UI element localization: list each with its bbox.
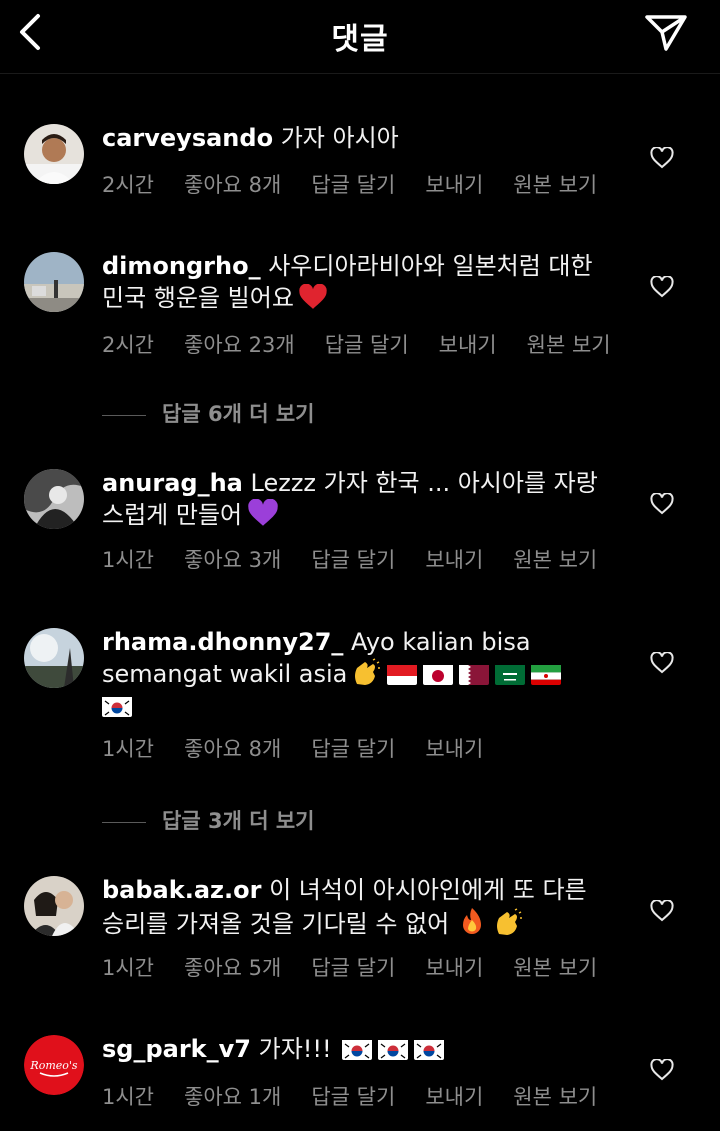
reply-button[interactable]: 답글 달기	[311, 1085, 395, 1109]
timestamp: 1시간	[102, 548, 155, 572]
flag-south-korea	[102, 695, 132, 717]
clapping-hands-emoji	[497, 908, 523, 935]
flag-south-korea	[378, 1038, 408, 1060]
clapping-hands-emoji	[355, 658, 381, 685]
timestamp: 2시간	[102, 173, 155, 197]
heart-icon[interactable]	[650, 147, 674, 169]
send-button[interactable]: 보내기	[439, 333, 497, 357]
comment-meta: 1시간 좋아요 1개 답글 달기 보내기 원본 보기	[102, 1081, 627, 1111]
username[interactable]: babak.az.or	[102, 876, 261, 904]
send-button[interactable]: 보내기	[425, 1085, 483, 1109]
reply-button[interactable]: 답글 달기	[311, 737, 395, 761]
send-button[interactable]: 보내기	[425, 737, 483, 761]
view-more-replies[interactable]: 답글 6개 더 보기	[102, 398, 314, 428]
see-original-button[interactable]: 원본 보기	[513, 548, 597, 572]
username[interactable]: rhama.dhonny27_	[102, 628, 343, 656]
comment-text: 사우디아라비아와 일본처럼 대한	[268, 252, 593, 280]
see-original-button[interactable]: 원본 보기	[513, 1085, 597, 1109]
comment-text: Lezzz 가자 한국 ... 아시아를 자랑	[250, 469, 598, 497]
flag-japan	[423, 663, 454, 685]
comment-text: Ayo kalian bisa	[351, 628, 531, 656]
timestamp: 1시간	[102, 956, 155, 980]
top-bar: 댓글	[0, 0, 720, 74]
comment-meta: 1시간 좋아요 8개 답글 달기 보내기	[102, 733, 513, 763]
comment-meta: 2시간 좋아요 23개 답글 달기 보내기 원본 보기	[102, 329, 641, 359]
likes-count[interactable]: 좋아요 8개	[184, 173, 281, 197]
divider	[102, 821, 146, 823]
reply-button[interactable]: 답글 달기	[311, 956, 395, 980]
heart-icon[interactable]	[650, 1059, 674, 1081]
view-more-label[interactable]: 답글 3개 더 보기	[162, 809, 314, 833]
timestamp: 1시간	[102, 737, 155, 761]
avatar[interactable]	[24, 124, 84, 184]
send-button[interactable]: 보내기	[425, 173, 483, 197]
comment-meta: 2시간 좋아요 8개 답글 달기 보내기 원본 보기	[102, 169, 627, 199]
avatar[interactable]: Romeo's	[24, 1035, 84, 1095]
heart-icon[interactable]	[650, 900, 674, 922]
username[interactable]: anurag_ha	[102, 469, 243, 497]
fire-emoji	[463, 908, 482, 934]
heart-icon[interactable]	[650, 276, 674, 298]
avatar[interactable]	[24, 876, 84, 936]
reply-button[interactable]: 답글 달기	[325, 333, 409, 357]
flag-south-korea	[342, 1038, 372, 1060]
likes-count[interactable]: 좋아요 3개	[184, 548, 281, 572]
reply-button[interactable]: 답글 달기	[311, 548, 395, 572]
avatar[interactable]	[24, 252, 84, 312]
send-icon[interactable]	[644, 12, 688, 52]
see-original-button[interactable]: 원본 보기	[527, 333, 611, 357]
comment-text: 이 녀석이 아시아인에게 또 다른	[269, 876, 587, 904]
comment-text: 가자!!!	[258, 1035, 332, 1063]
heart-icon[interactable]	[650, 493, 674, 515]
comment-text-line2: semangat wakil asia	[102, 660, 348, 688]
username[interactable]: dimongrho_	[102, 252, 261, 280]
heart-icon[interactable]	[650, 652, 674, 674]
purple-heart-emoji	[248, 499, 278, 526]
avatar[interactable]	[24, 628, 84, 688]
reply-button[interactable]: 답글 달기	[311, 173, 395, 197]
likes-count[interactable]: 좋아요 1개	[184, 1085, 281, 1109]
timestamp: 2시간	[102, 333, 155, 357]
flag-indonesia	[387, 663, 418, 685]
likes-count[interactable]: 좋아요 5개	[184, 956, 281, 980]
timestamp: 1시간	[102, 1085, 155, 1109]
comment-meta: 1시간 좋아요 5개 답글 달기 보내기 원본 보기	[102, 952, 627, 982]
flag-saudi-arabia	[495, 663, 526, 685]
view-more-replies[interactable]: 답글 3개 더 보기	[102, 805, 314, 835]
comment-meta: 1시간 좋아요 3개 답글 달기 보내기 원본 보기	[102, 544, 627, 574]
view-more-label[interactable]: 답글 6개 더 보기	[162, 402, 314, 426]
page-title: 댓글	[331, 22, 389, 57]
send-button[interactable]: 보내기	[425, 548, 483, 572]
avatar[interactable]	[24, 469, 84, 529]
divider	[102, 414, 146, 416]
red-heart-emoji	[299, 284, 327, 309]
send-button[interactable]: 보내기	[425, 956, 483, 980]
see-original-button[interactable]: 원본 보기	[513, 956, 597, 980]
comment-text: 가자 아시아	[280, 124, 399, 152]
comment-text-line2: 민국 행운을 빌어요	[102, 284, 294, 312]
flag-iran	[531, 663, 562, 685]
flag-qatar	[459, 663, 490, 685]
likes-count[interactable]: 좋아요 8개	[184, 737, 281, 761]
flag-south-korea	[414, 1038, 444, 1060]
comment-text-line2: 스럽게 만들어	[102, 501, 243, 529]
likes-count[interactable]: 좋아요 23개	[184, 333, 295, 357]
comment-text-line2: 승리를 가져올 것을 기다릴 수 없어	[102, 910, 450, 938]
username[interactable]: sg_park_v7	[102, 1035, 251, 1063]
see-original-button[interactable]: 원본 보기	[513, 173, 597, 197]
username[interactable]: carveysando	[102, 124, 273, 152]
avatar-badge-text: Romeo's	[29, 1059, 77, 1072]
